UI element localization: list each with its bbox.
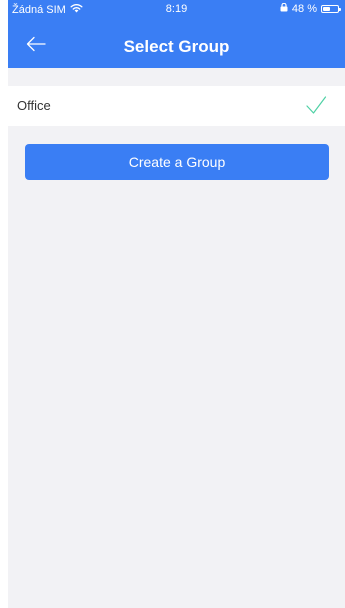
battery-tip xyxy=(339,8,341,11)
group-label: Office xyxy=(17,98,51,113)
page-title: Select Group xyxy=(123,37,230,56)
battery-icon xyxy=(321,5,341,13)
checkmark-icon xyxy=(305,95,327,115)
group-row-office[interactable]: Office xyxy=(8,86,345,126)
select-group-screen: Žádná SIM 8:19 48 % Select Group Office … xyxy=(0,0,345,608)
lock-icon xyxy=(280,2,288,15)
create-group-button[interactable]: Create a Group xyxy=(25,144,329,180)
status-right: 48 % xyxy=(280,2,341,15)
content-area: Office Create a Group xyxy=(8,68,345,608)
battery-percent: 48 % xyxy=(291,3,317,15)
header-bar: Žádná SIM 8:19 48 % Select Group xyxy=(8,0,345,68)
battery-level xyxy=(323,7,330,11)
status-bar: Žádná SIM 8:19 48 % xyxy=(8,0,345,20)
